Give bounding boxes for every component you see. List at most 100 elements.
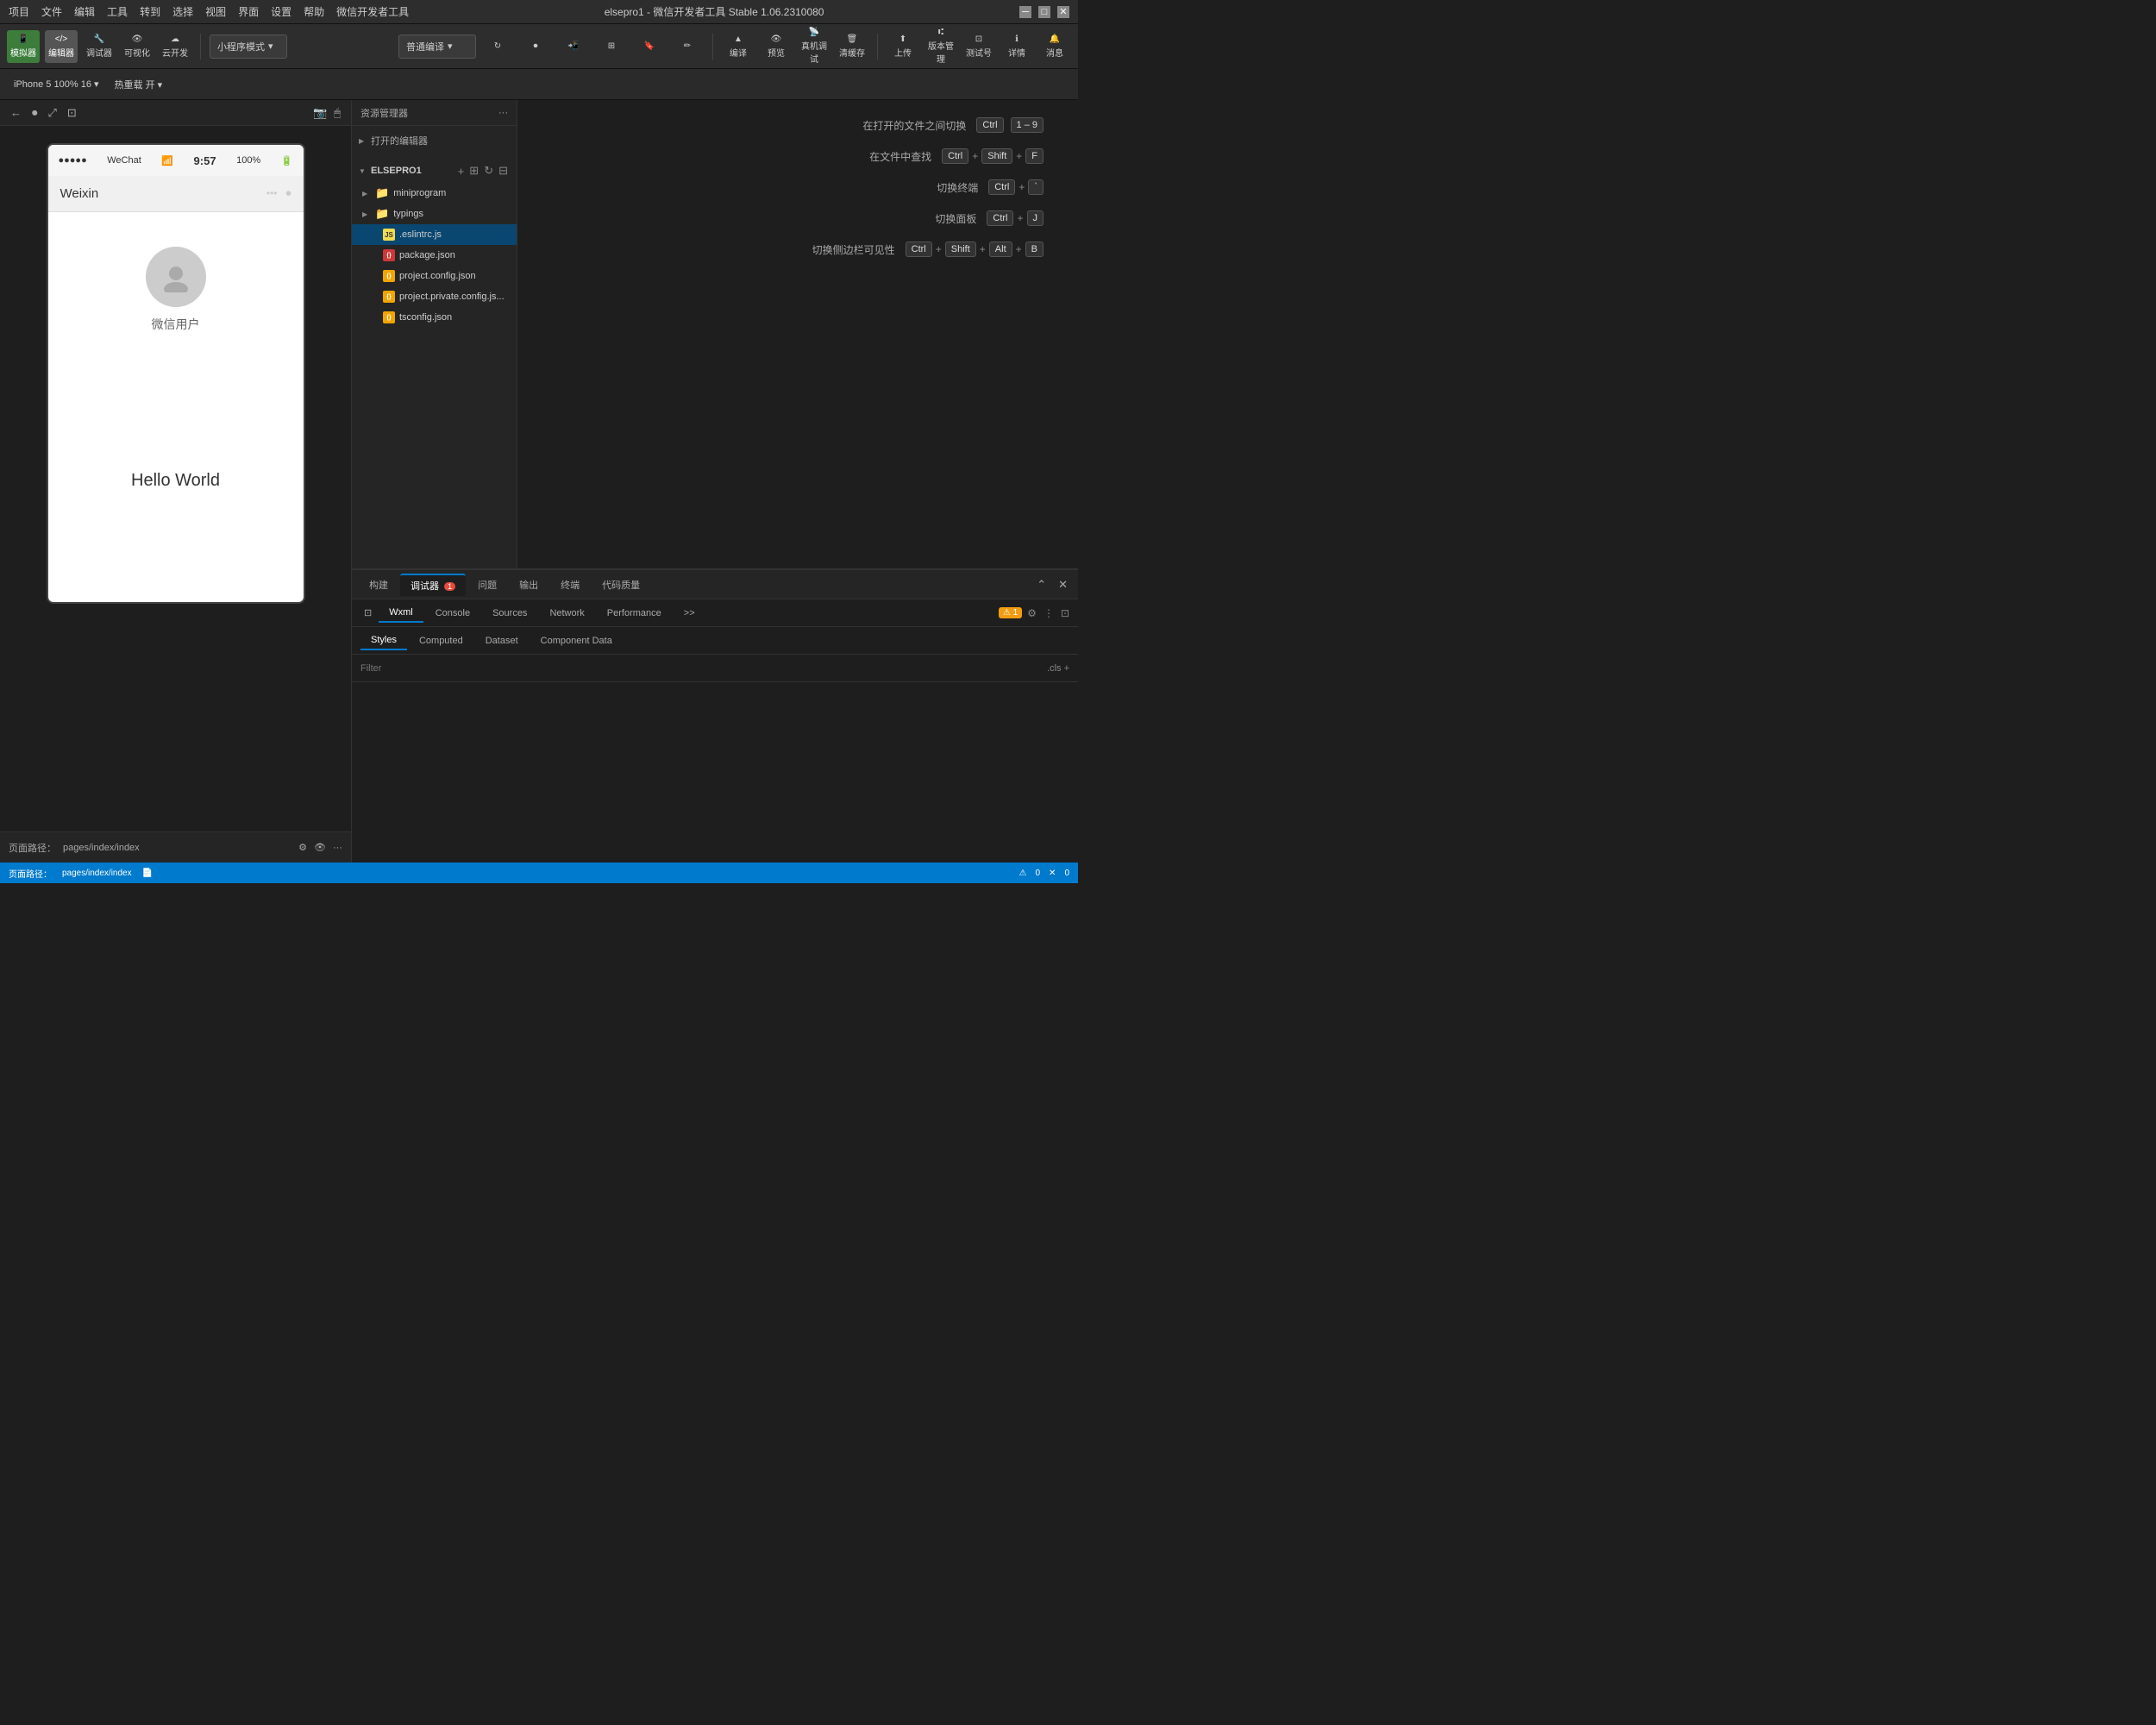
collapse-all-button[interactable]: ⊟ — [497, 164, 510, 178]
styles-subtab-dataset[interactable]: Dataset — [475, 632, 529, 649]
json-icon-4: {} — [383, 311, 395, 323]
styles-filter-input[interactable] — [360, 663, 1040, 674]
debugger-badge: 1 — [444, 582, 455, 591]
open-editors-toggle[interactable]: 打开的编辑器 — [352, 129, 517, 152]
file-package-json[interactable]: {} package.json — [352, 245, 517, 266]
collapse-panel-button[interactable]: ⌃ — [1033, 576, 1050, 593]
folder-miniprogram[interactable]: 📁 miniprogram — [352, 183, 517, 204]
more-options-icon[interactable]: ··· — [498, 108, 508, 118]
mode-dropdown[interactable]: 小程序模式 ▾ — [210, 34, 287, 59]
pen-button[interactable]: ✏ — [671, 30, 704, 63]
menu-tool[interactable]: 工具 — [107, 4, 128, 19]
hotreload-button[interactable]: 热重载 开 ▾ — [110, 76, 168, 93]
menu-help[interactable]: 帮助 — [304, 4, 324, 19]
cursor-button[interactable]: 🖱 — [332, 104, 342, 122]
record-button[interactable]: ⏺ — [519, 30, 552, 63]
rotate-button[interactable]: ⤢ — [47, 104, 59, 122]
menu-wechat[interactable]: 微信开发者工具 — [336, 4, 409, 19]
preview-button[interactable]: 👁 预览 — [760, 30, 793, 63]
inner-tab-network[interactable]: Network — [539, 605, 594, 622]
back-button[interactable]: ← — [9, 104, 23, 121]
editor-button[interactable]: </> 编辑器 — [45, 30, 78, 63]
file-project-config[interactable]: {} project.config.json — [352, 266, 517, 286]
file-eslintrc[interactable]: JS .eslintrc.js — [352, 224, 517, 245]
key-ctrl-4: Ctrl — [906, 242, 932, 257]
simulator-button[interactable]: 📱 模拟器 — [7, 30, 40, 63]
inner-tab-icon[interactable]: ⊡ — [359, 604, 377, 622]
file-tsconfig[interactable]: {} tsconfig.json — [352, 307, 517, 328]
key-ctrl-1: Ctrl — [942, 148, 968, 164]
settings-icon-bottom[interactable]: ⚙ — [298, 842, 307, 853]
messages-button[interactable]: 🔔 消息 — [1038, 30, 1071, 63]
tab-debugger[interactable]: 调试器 1 — [400, 574, 466, 596]
debugger-button[interactable]: 🔧 调试器 — [83, 30, 116, 63]
refresh-tree-button[interactable]: ↻ — [482, 164, 495, 178]
details-button[interactable]: ℹ 详情 — [1000, 30, 1033, 63]
phone-button[interactable]: 📲 — [557, 30, 590, 63]
compile-mode-dropdown[interactable]: 普通编译 ▾ — [398, 34, 476, 59]
tab-issues[interactable]: 问题 — [467, 574, 507, 595]
shortcut-keys-3: Ctrl + J — [987, 210, 1044, 226]
more-icon-bottom[interactable]: ··· — [333, 843, 342, 853]
styles-subtab-computed[interactable]: Computed — [409, 632, 473, 649]
menu-goto[interactable]: 转到 — [140, 4, 160, 19]
maximize-button[interactable]: □ — [1038, 6, 1050, 18]
settings-inner-button[interactable]: ⚙ — [1025, 605, 1038, 621]
expand-inner-button[interactable]: ⊡ — [1059, 605, 1071, 621]
inner-tab-sources[interactable]: Sources — [482, 605, 537, 622]
menu-edit[interactable]: 编辑 — [74, 4, 95, 19]
menu-interface[interactable]: 界面 — [238, 4, 259, 19]
cloud-label: 云开发 — [162, 46, 188, 59]
split-button[interactable]: ⊞ — [595, 30, 628, 63]
refresh-button[interactable]: ↻ — [481, 30, 514, 63]
phone-nav-title: Weixin — [60, 186, 99, 201]
new-folder-button[interactable]: ⊞ — [467, 164, 480, 178]
tab-code-quality[interactable]: 代码质量 — [592, 574, 650, 595]
minimize-button[interactable]: ─ — [1019, 6, 1031, 18]
eye-icon-bottom[interactable]: 👁 — [314, 842, 326, 853]
inner-tab-performance[interactable]: Performance — [597, 605, 672, 622]
inner-tab-console[interactable]: Console — [425, 605, 480, 622]
key-ctrl-2: Ctrl — [988, 179, 1015, 195]
mode-label: 小程序模式 — [217, 40, 265, 53]
home-button[interactable]: ⏺ — [30, 104, 40, 122]
real-debug-button[interactable]: 📡 真机调试 — [798, 30, 830, 63]
bookmark-button[interactable]: 🔖 — [633, 30, 666, 63]
project-toggle[interactable]: ELSEPRO1 + ⊞ ↻ ⊟ — [352, 159, 517, 183]
close-panel-button[interactable]: ✕ — [1055, 576, 1071, 593]
inner-tab-more[interactable]: >> — [674, 605, 705, 622]
title-bar-menus[interactable]: 项目 文件 编辑 工具 转到 选择 视图 界面 设置 帮助 微信开发者工具 — [9, 4, 409, 19]
more-inner-button[interactable]: ⋮ — [1042, 605, 1056, 621]
file-project-private-config[interactable]: {} project.private.config.js... — [352, 286, 517, 307]
file-tree: 资源管理器 ··· 打开的编辑器 ELSEPRO1 — [352, 100, 517, 568]
styles-subtab-component-data[interactable]: Component Data — [530, 632, 623, 649]
status-error-icon: ✕ — [1049, 869, 1056, 878]
inner-tab-wxml[interactable]: Wxml — [379, 604, 423, 623]
menu-view[interactable]: 视图 — [205, 4, 226, 19]
key-b-4: B — [1025, 242, 1044, 257]
version-mgr-button[interactable]: ⑆ 版本管理 — [924, 30, 957, 63]
expand-button[interactable]: ⊡ — [66, 104, 78, 122]
menu-file[interactable]: 文件 — [41, 4, 62, 19]
folder-icon: 📁 — [375, 186, 389, 200]
test-button[interactable]: ⊡ 测试号 — [962, 30, 995, 63]
window-controls[interactable]: ─ □ ✕ — [1019, 6, 1069, 18]
tab-output[interactable]: 输出 — [509, 574, 548, 595]
clear-cache-button[interactable]: 🗑 清缓存 — [836, 30, 868, 63]
visual-button[interactable]: 👁 可视化 — [121, 30, 154, 63]
device-dropdown[interactable]: iPhone 5 100% 16 ▾ — [9, 77, 104, 91]
compile-button[interactable]: ▲ 编译 — [722, 30, 755, 63]
cloud-button[interactable]: ☁ 云开发 — [159, 30, 191, 63]
new-file-button[interactable]: + — [456, 164, 467, 178]
screenshot-button[interactable]: 📷 — [311, 104, 329, 122]
tab-build[interactable]: 构建 — [359, 574, 398, 595]
menu-project[interactable]: 项目 — [9, 4, 29, 19]
tab-terminal[interactable]: 终端 — [550, 574, 590, 595]
open-editors-chevron-icon — [359, 137, 367, 145]
upload-button[interactable]: ⬆ 上传 — [887, 30, 919, 63]
menu-settings[interactable]: 设置 — [271, 4, 291, 19]
styles-subtab-styles[interactable]: Styles — [360, 631, 407, 650]
close-button[interactable]: ✕ — [1057, 6, 1069, 18]
folder-typings[interactable]: 📁 typings — [352, 204, 517, 224]
menu-select[interactable]: 选择 — [172, 4, 193, 19]
